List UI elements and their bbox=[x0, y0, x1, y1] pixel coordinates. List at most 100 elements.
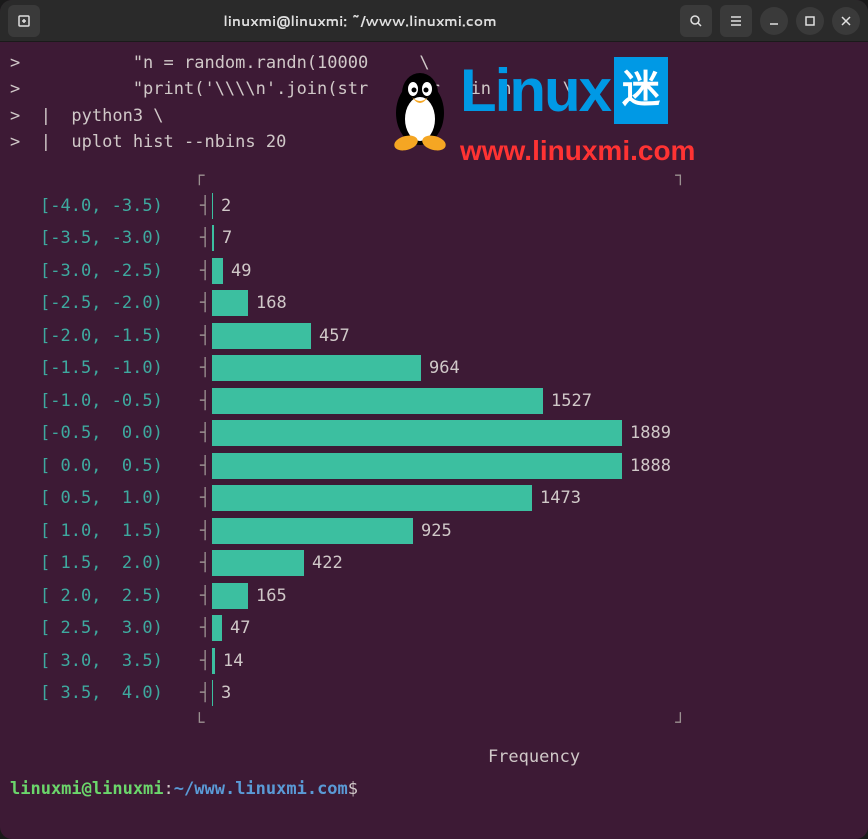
hist-bin-label: [ 0.0, 0.5) bbox=[10, 453, 200, 479]
shell-prompt: linuxmi@linuxmi:~/www.linuxmi.com$ bbox=[10, 776, 858, 802]
hist-axis-tick: ┤ bbox=[200, 615, 212, 641]
hist-bin-label: [-2.5, -2.0) bbox=[10, 290, 200, 316]
hist-row: [-4.0, -3.5) ┤ 2 bbox=[10, 190, 858, 223]
hist-bar bbox=[212, 323, 311, 349]
hist-bin-value: 47 bbox=[230, 615, 250, 641]
hist-row: [ 3.0, 3.5) ┤ 14 bbox=[10, 645, 858, 678]
prompt-sep2: $ bbox=[348, 779, 358, 799]
command-line-2: > "print('\\\\n'.join(str for in n \ bbox=[10, 76, 858, 102]
hist-bin-label: [-1.5, -1.0) bbox=[10, 355, 200, 381]
hist-bin-value: 964 bbox=[429, 355, 460, 381]
hist-bin-label: [ 2.0, 2.5) bbox=[10, 583, 200, 609]
hist-axis-tick: ┤ bbox=[200, 680, 212, 706]
hist-bin-label: [-1.0, -0.5) bbox=[10, 388, 200, 414]
hist-row: [ 0.0, 0.5) ┤1888 bbox=[10, 450, 858, 483]
search-button[interactable] bbox=[680, 5, 712, 37]
command-line-3: > | python3 \ bbox=[10, 103, 858, 129]
hist-bin-value: 165 bbox=[256, 583, 287, 609]
hist-bin-value: 1888 bbox=[630, 453, 671, 479]
maximize-button[interactable] bbox=[796, 7, 824, 35]
hist-bar bbox=[212, 485, 532, 511]
hist-axis-tick: ┤ bbox=[200, 550, 212, 576]
hist-row: [ 0.5, 1.0) ┤ 1473 bbox=[10, 482, 858, 515]
hist-axis-tick: ┤ bbox=[200, 485, 212, 511]
hist-bar bbox=[212, 258, 223, 284]
command-line-4: > | uplot hist --nbins 20 bbox=[10, 129, 858, 155]
hist-axis-tick: ┤ bbox=[200, 648, 212, 674]
hist-bin-value: 1889 bbox=[630, 420, 671, 446]
hist-bin-label: [ 0.5, 1.0) bbox=[10, 485, 200, 511]
window-title: linuxmi@linuxmi: ~/www.linuxmi.com bbox=[40, 11, 680, 31]
prompt-path: ~/www.linuxmi.com bbox=[174, 779, 348, 799]
hist-bin-label: [-3.5, -3.0) bbox=[10, 225, 200, 251]
hist-axis-tick: ┤ bbox=[200, 323, 212, 349]
hist-row: [-2.5, -2.0) ┤ 168 bbox=[10, 287, 858, 320]
hist-bin-value: 457 bbox=[319, 323, 350, 349]
hist-bin-value: 2 bbox=[221, 193, 231, 219]
chart-top-border: ┌ ┐ bbox=[10, 163, 858, 189]
hist-bin-value: 7 bbox=[222, 225, 232, 251]
chart-bottom-border: └ ┘ bbox=[10, 710, 858, 736]
hist-bin-value: 168 bbox=[256, 290, 287, 316]
hist-bin-label: [-2.0, -1.5) bbox=[10, 323, 200, 349]
hist-bin-value: 422 bbox=[312, 550, 343, 576]
hist-bin-value: 49 bbox=[231, 258, 251, 284]
hist-bin-value: 925 bbox=[421, 518, 452, 544]
hist-axis-tick: ┤ bbox=[200, 225, 212, 251]
hist-axis-tick: ┤ bbox=[200, 193, 212, 219]
hist-bar bbox=[212, 615, 222, 641]
hist-bin-value: 3 bbox=[221, 680, 231, 706]
hist-row: [-3.0, -2.5) ┤ 49 bbox=[10, 255, 858, 288]
hist-bin-value: 1473 bbox=[540, 485, 581, 511]
terminal-window: linuxmi@linuxmi: ~/www.linuxmi.com bbox=[0, 0, 868, 839]
histogram-chart: ┌ ┐ [-4.0, -3.5) ┤ 2 [-3.5, -3.0) ┤ 7 [-3.0,… bbox=[10, 163, 858, 770]
hist-row: [-0.5, 0.0) ┤ 1889 bbox=[10, 417, 858, 450]
hist-bin-label: [ 1.5, 2.0) bbox=[10, 550, 200, 576]
chart-xlabel: Frequency bbox=[10, 744, 858, 770]
hist-bin-label: [ 2.5, 3.0) bbox=[10, 615, 200, 641]
minimize-button[interactable] bbox=[760, 7, 788, 35]
titlebar: linuxmi@linuxmi: ~/www.linuxmi.com bbox=[0, 0, 868, 42]
hist-row: [-1.5, -1.0) ┤ 964 bbox=[10, 352, 858, 385]
hist-bar bbox=[212, 583, 248, 609]
hist-bar bbox=[212, 648, 215, 674]
new-tab-button[interactable] bbox=[8, 5, 40, 37]
hist-row: [ 1.0, 1.5) ┤ 925 bbox=[10, 515, 858, 548]
hist-bin-label: [-3.0, -2.5) bbox=[10, 258, 200, 284]
hist-axis-tick: ┤ bbox=[200, 355, 212, 381]
hist-bin-value: 1527 bbox=[551, 388, 592, 414]
hist-bar bbox=[212, 550, 304, 576]
hist-bin-label: [ 3.5, 4.0) bbox=[10, 680, 200, 706]
hist-bin-label: [ 3.0, 3.5) bbox=[10, 648, 200, 674]
hist-axis-tick: ┤ bbox=[200, 388, 212, 414]
prompt-sep1: : bbox=[164, 779, 174, 799]
close-button[interactable] bbox=[832, 7, 860, 35]
menu-button[interactable] bbox=[720, 5, 752, 37]
hist-row: [ 3.5, 4.0) ┤ 3 bbox=[10, 677, 858, 710]
prompt-user: linuxmi@linuxmi bbox=[10, 779, 164, 799]
hist-axis-tick: ┤ bbox=[200, 420, 212, 446]
hist-bin-label: [-4.0, -3.5) bbox=[10, 193, 200, 219]
hist-bar bbox=[212, 680, 213, 706]
hist-axis-tick: ┤ bbox=[200, 290, 212, 316]
hist-bar bbox=[212, 518, 413, 544]
hist-bar bbox=[212, 225, 214, 251]
hist-bar bbox=[212, 453, 622, 479]
hist-axis-tick: ┤ bbox=[200, 258, 212, 284]
hist-bar bbox=[212, 193, 213, 219]
hist-bar bbox=[212, 355, 421, 381]
hist-row: [-3.5, -3.0) ┤ 7 bbox=[10, 222, 858, 255]
hist-axis-tick: ┤ bbox=[200, 583, 212, 609]
hist-bar bbox=[212, 290, 248, 316]
hist-bar bbox=[212, 388, 543, 414]
hist-bin-label: [ 1.0, 1.5) bbox=[10, 518, 200, 544]
hist-bar bbox=[212, 420, 622, 446]
command-line-1: > "n = random.randn(10000 \ bbox=[10, 50, 858, 76]
hist-bin-value: 14 bbox=[223, 648, 243, 674]
hist-row: [-1.0, -0.5) ┤ 1527 bbox=[10, 385, 858, 418]
hist-row: [-2.0, -1.5) ┤ 457 bbox=[10, 320, 858, 353]
hist-bin-label: [-0.5, 0.0) bbox=[10, 420, 200, 446]
hist-axis-tick: ┤ bbox=[200, 518, 212, 544]
terminal-body[interactable]: Linux 迷 www.linuxmi.com > "n = random.ra… bbox=[0, 42, 868, 839]
hist-row: [ 2.0, 2.5) ┤ 165 bbox=[10, 580, 858, 613]
